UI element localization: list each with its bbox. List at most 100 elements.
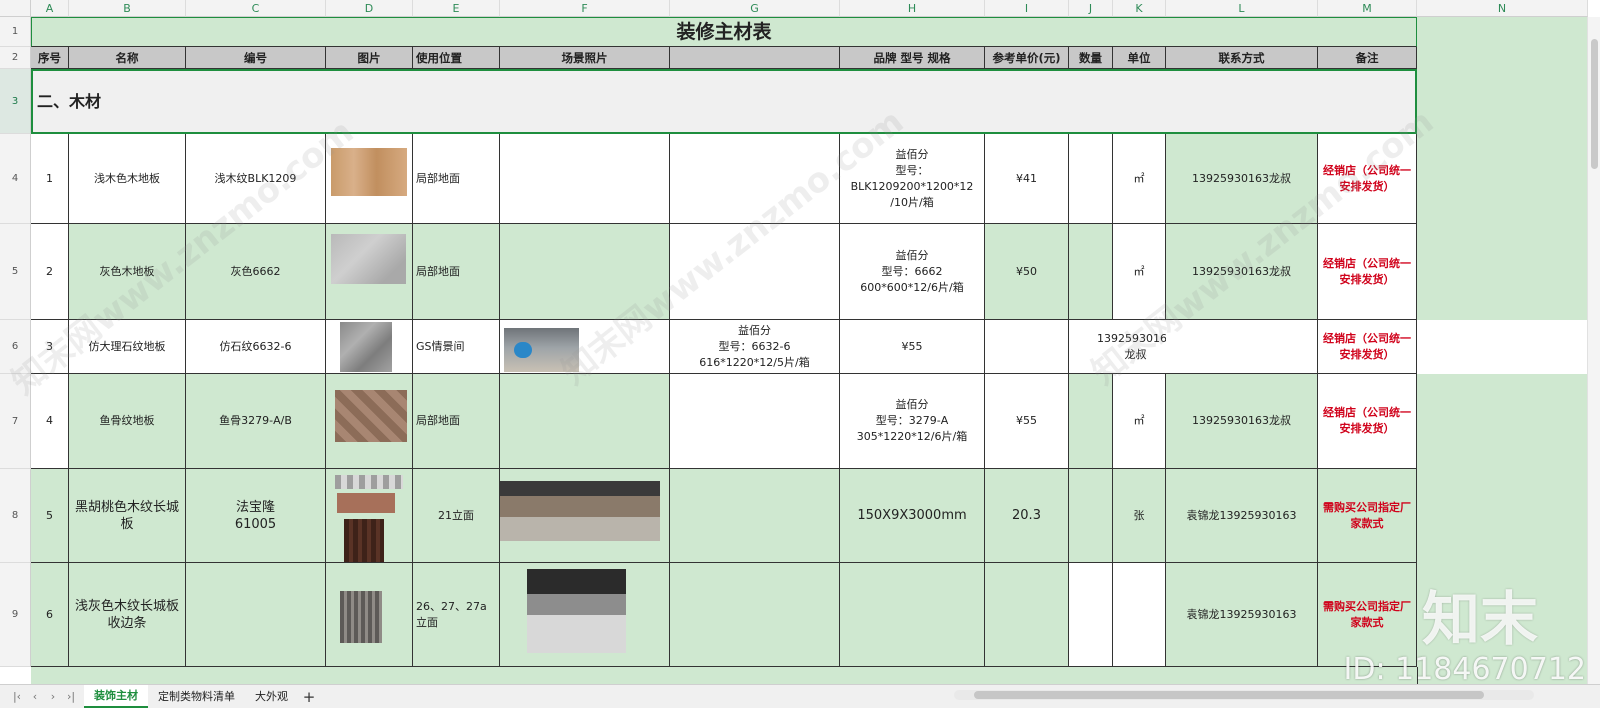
row3-position[interactable]: GS情景间 — [413, 320, 500, 374]
row4-name[interactable]: 鱼骨纹地板 — [69, 374, 186, 469]
row2-position[interactable]: 局部地面 — [413, 224, 500, 320]
row1-brand[interactable]: 益佰分 型号：BLK1209200*1200*12 /10片/箱 — [840, 134, 985, 224]
row-header-1[interactable]: 1 — [0, 17, 31, 47]
row5-qty[interactable] — [1069, 469, 1113, 563]
row1-g[interactable] — [670, 134, 840, 224]
row1-scene[interactable] — [500, 134, 670, 224]
row3-seq[interactable]: 3 — [31, 320, 69, 374]
row1-qty[interactable] — [1069, 134, 1113, 224]
row6-seq[interactable]: 6 — [31, 563, 69, 667]
prev-sheet-nav-button[interactable]: ‹ — [26, 690, 44, 703]
row5-scene-cell[interactable] — [500, 469, 670, 563]
row6-image-cell[interactable] — [326, 563, 413, 667]
select-all-corner[interactable] — [0, 0, 31, 17]
header-brand[interactable]: 品牌 型号 规格 — [840, 47, 985, 69]
row2-price[interactable]: ¥50 — [985, 224, 1069, 320]
row6-price[interactable] — [985, 563, 1069, 667]
row2-brand[interactable]: 益佰分 型号：6662 600*600*12/6片/箱 — [840, 224, 985, 320]
header-unit[interactable]: 单位 — [1113, 47, 1166, 69]
column-header-i[interactable]: I — [985, 0, 1069, 17]
row1-image-cell[interactable] — [326, 134, 413, 224]
row5-image-cell[interactable] — [326, 469, 413, 563]
row5-unit[interactable]: 张 — [1113, 469, 1166, 563]
row1-note[interactable]: 经销店（公司统一安排发货） — [1318, 134, 1417, 224]
row6-g[interactable] — [670, 563, 840, 667]
row6-name[interactable]: 浅灰色木纹长城板收边条 — [69, 563, 186, 667]
row3-image-cell[interactable] — [326, 320, 413, 374]
row4-brand[interactable]: 益佰分 型号：3279-A 305*1220*12/6片/箱 — [840, 374, 985, 469]
row2-contact[interactable]: 13925930163龙叔 — [1166, 224, 1318, 320]
row1-position[interactable]: 局部地面 — [413, 134, 500, 224]
row5-price[interactable]: 20.3 — [985, 469, 1069, 563]
row-header-6[interactable]: 6 — [0, 320, 31, 374]
column-header-k[interactable]: K — [1113, 0, 1166, 17]
vertical-scrollbar-thumb[interactable] — [1591, 39, 1598, 169]
row4-note[interactable]: 经销店（公司统一安排发货） — [1318, 374, 1417, 469]
row4-unit[interactable]: ㎡ — [1113, 374, 1166, 469]
header-position[interactable]: 使用位置 — [413, 47, 500, 69]
row2-note[interactable]: 经销店（公司统一安排发货） — [1318, 224, 1417, 320]
column-header-h[interactable]: H — [840, 0, 985, 17]
sheet-title[interactable]: 装修主材表 — [31, 17, 1417, 47]
row5-g[interactable] — [670, 469, 840, 563]
row6-position[interactable]: 26、27、27a立面 — [413, 563, 500, 667]
column-header-a[interactable]: A — [31, 0, 69, 17]
row-header-9[interactable]: 9 — [0, 563, 31, 667]
row-header-3[interactable]: 3 — [0, 69, 31, 134]
column-header-n[interactable]: N — [1417, 0, 1588, 17]
row2-scene[interactable] — [500, 224, 670, 320]
row6-contact[interactable]: 袁锦龙13925930163 — [1166, 563, 1318, 667]
row1-name[interactable]: 浅木色木地板 — [69, 134, 186, 224]
row3-i[interactable] — [985, 320, 1069, 374]
first-sheet-nav-button[interactable]: |‹ — [8, 690, 26, 703]
row4-contact[interactable]: 13925930163龙叔 — [1166, 374, 1318, 469]
row4-code[interactable]: 鱼骨3279-A/B — [186, 374, 326, 469]
row-header-2[interactable]: 2 — [0, 47, 31, 69]
row2-seq[interactable]: 2 — [31, 224, 69, 320]
row2-name[interactable]: 灰色木地板 — [69, 224, 186, 320]
row5-code[interactable]: 法宝隆 61005 — [186, 469, 326, 563]
row2-code[interactable]: 灰色6662 — [186, 224, 326, 320]
row3-l[interactable] — [1166, 320, 1318, 374]
header-scene[interactable]: 场景照片 — [500, 47, 670, 69]
add-sheet-button[interactable]: + — [298, 688, 320, 706]
row5-brand[interactable]: 150X9X3000mm — [840, 469, 985, 563]
column-header-m[interactable]: M — [1318, 0, 1417, 17]
column-header-d[interactable]: D — [326, 0, 413, 17]
row4-price[interactable]: ¥55 — [985, 374, 1069, 469]
row6-unit[interactable] — [1113, 563, 1166, 667]
header-code[interactable]: 编号 — [186, 47, 326, 69]
header-note[interactable]: 备注 — [1318, 47, 1417, 69]
header-contact[interactable]: 联系方式 — [1166, 47, 1318, 69]
row3-contact[interactable]: 13925930163龙叔 — [1069, 320, 1166, 374]
row3-price[interactable]: ¥55 — [840, 320, 985, 374]
row3-note[interactable]: 经销店（公司统一安排发货） — [1318, 320, 1417, 374]
column-header-g[interactable]: G — [670, 0, 840, 17]
tab-decoration-materials[interactable]: 装饰主材 — [84, 685, 148, 708]
row2-g[interactable] — [670, 224, 840, 320]
horizontal-scrollbar-thumb[interactable] — [974, 691, 1484, 699]
header-seq[interactable]: 序号 — [31, 47, 69, 69]
row-header-7[interactable]: 7 — [0, 374, 31, 469]
row6-qty[interactable] — [1069, 563, 1113, 667]
row-header-5[interactable]: 5 — [0, 224, 31, 320]
header-name[interactable]: 名称 — [69, 47, 186, 69]
row5-seq[interactable]: 5 — [31, 469, 69, 563]
row-header-8[interactable]: 8 — [0, 469, 31, 563]
tab-custom-materials[interactable]: 定制类物料清单 — [148, 685, 245, 708]
spreadsheet-grid[interactable]: A B C D E F G H I J K L M N 1 2 3 4 5 6 … — [0, 0, 1600, 684]
next-sheet-nav-button[interactable]: › — [44, 690, 62, 703]
row6-scene-cell[interactable] — [500, 563, 670, 667]
column-header-l[interactable]: L — [1166, 0, 1318, 17]
row6-code[interactable] — [186, 563, 326, 667]
row3-scene-cell[interactable] — [500, 320, 670, 374]
row5-note[interactable]: 需购买公司指定厂家款式 — [1318, 469, 1417, 563]
row4-position[interactable]: 局部地面 — [413, 374, 500, 469]
column-header-f[interactable]: F — [500, 0, 670, 17]
row5-contact[interactable]: 袁锦龙13925930163 — [1166, 469, 1318, 563]
vertical-scrollbar[interactable] — [1587, 17, 1600, 684]
row4-image-cell[interactable] — [326, 374, 413, 469]
column-header-c[interactable]: C — [186, 0, 326, 17]
row1-contact[interactable]: 13925930163龙叔 — [1166, 134, 1318, 224]
header-blank-g[interactable] — [670, 47, 840, 69]
